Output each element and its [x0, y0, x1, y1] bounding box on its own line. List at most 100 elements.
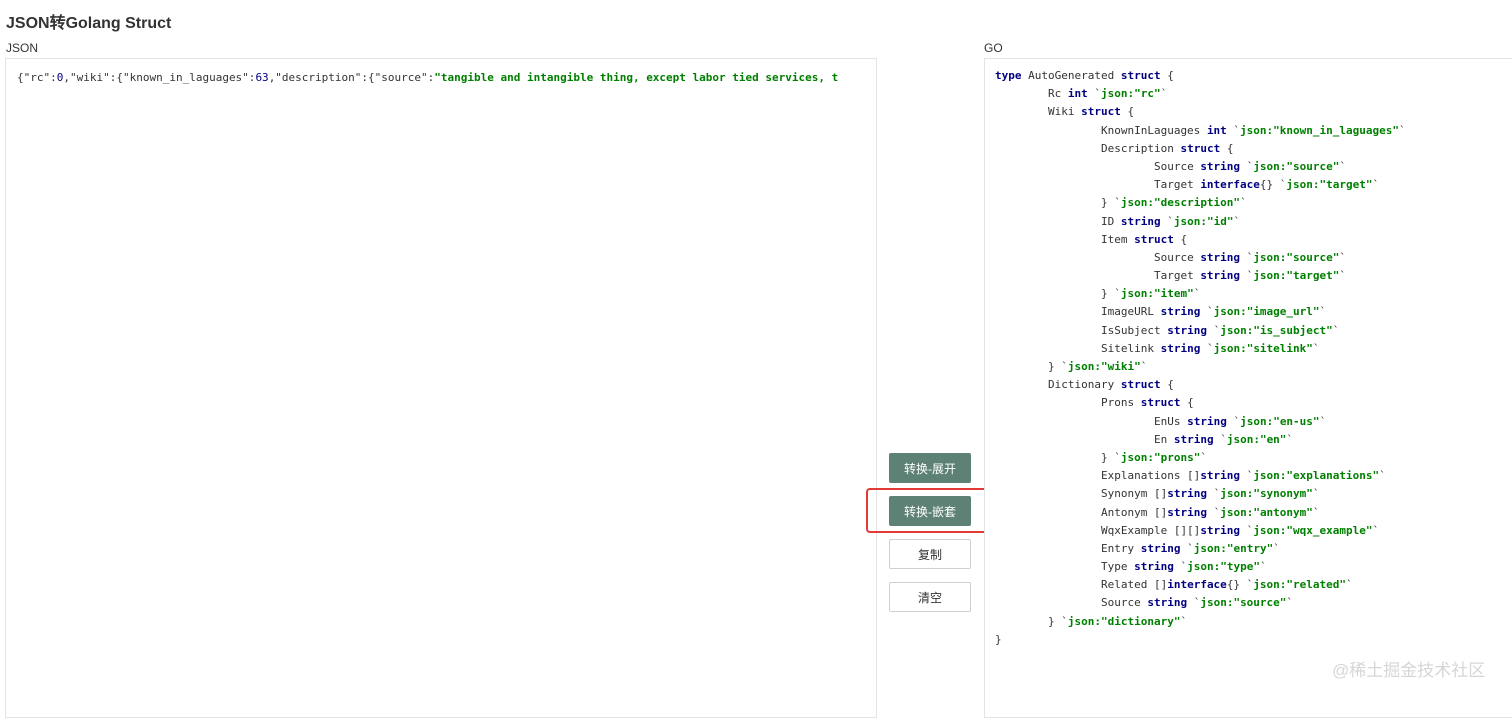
code-token: `: [1240, 523, 1254, 537]
code-token: `: [1200, 450, 1207, 464]
code-token: json:"source": [1253, 250, 1340, 264]
code-token: string: [1200, 269, 1241, 283]
code-token: `: [1173, 560, 1188, 574]
code-token: `: [1200, 341, 1214, 355]
code-token: `: [1206, 487, 1221, 501]
code-token: `: [1226, 123, 1241, 137]
code-token: string: [1167, 487, 1207, 501]
code-line: } `json:"wiki"`: [995, 358, 1406, 376]
json-token: "tangible and intangible thing, except l…: [434, 71, 839, 84]
code-token: Prons: [1100, 396, 1141, 410]
code-token: } `: [1100, 196, 1121, 210]
code-token: struct: [1134, 232, 1174, 246]
code-token: string: [1187, 414, 1227, 428]
code-line: EnUs string `json:"en-us"`: [995, 413, 1406, 431]
code-token: } `: [1047, 360, 1068, 373]
code-token: `: [1160, 87, 1168, 101]
code-token: `: [1346, 578, 1353, 592]
code-line: Target string `json:"target"`: [995, 267, 1406, 285]
code-line: KnownInLaguages int `json:"known_in_lagu…: [995, 122, 1406, 140]
code-token: Source: [1100, 596, 1148, 610]
code-token: json:"type": [1187, 560, 1260, 574]
code-line: Prons struct {: [995, 394, 1406, 412]
code-token: struct: [1120, 378, 1161, 392]
code-line: Dictionary struct {: [995, 376, 1406, 394]
code-token: string: [1120, 214, 1161, 228]
code-token: string: [1134, 560, 1174, 574]
code-token: `: [1372, 178, 1380, 192]
code-token: string: [1200, 523, 1241, 537]
code-token: } `: [1047, 614, 1068, 628]
code-token: string: [1160, 341, 1201, 355]
json-pane-label: JSON: [6, 41, 39, 55]
code-token: `: [1259, 560, 1267, 574]
code-token: `: [1286, 596, 1294, 610]
code-token: WqxExample [][]: [1100, 523, 1201, 537]
code-token: `: [1273, 541, 1280, 555]
code-token: `: [1226, 414, 1241, 428]
code-token: Target: [1153, 269, 1201, 283]
code-line: Wiki struct {: [995, 103, 1406, 121]
code-token: `: [1312, 341, 1320, 355]
code-token: json:"known_in_laguages": [1240, 123, 1400, 137]
code-line: Source string `json:"source"`: [995, 158, 1406, 176]
code-token: `: [1319, 305, 1327, 319]
code-token: IsSubject: [1100, 323, 1168, 337]
code-token: `: [1312, 487, 1320, 501]
clear-button[interactable]: 清空: [889, 582, 971, 612]
code-line: IsSubject string `json:"is_subject"`: [995, 322, 1406, 340]
code-token: json:"source": [1200, 596, 1287, 610]
code-token: Item: [1100, 232, 1135, 246]
code-token: json:"related": [1253, 578, 1347, 592]
code-token: {: [1160, 378, 1174, 392]
code-token: `: [1339, 269, 1347, 283]
code-token: int: [1206, 123, 1227, 137]
code-token: string: [1140, 541, 1181, 555]
code-token: string: [1200, 469, 1241, 483]
go-output-editor[interactable]: type AutoGenerated struct { Rc int `json…: [984, 58, 1512, 718]
code-token: `: [1200, 305, 1214, 319]
code-token: `: [1240, 469, 1254, 483]
code-line: ImageURL string `json:"image_url"`: [995, 303, 1406, 321]
code-token: `: [1213, 432, 1227, 446]
code-token: json:"wiki": [1067, 360, 1141, 373]
code-token: Source: [1153, 250, 1201, 264]
code-token: Dictionary: [1047, 378, 1121, 392]
convert-expand-button[interactable]: 转换-展开: [889, 453, 971, 483]
code-token: json:"is_subject": [1220, 323, 1333, 337]
code-token: int: [1067, 87, 1088, 101]
code-token: string: [1160, 305, 1201, 319]
code-token: type: [995, 69, 1022, 82]
json-input-content: {"rc":0,"wiki":{"known_in_laguages":63,"…: [17, 69, 838, 87]
code-line: Explanations []string `json:"explanation…: [995, 467, 1406, 485]
code-token: `: [1193, 287, 1201, 301]
code-token: Entry: [1100, 541, 1141, 555]
code-token: `: [1240, 250, 1254, 264]
code-line: Target interface{} `json:"target"`: [995, 176, 1406, 194]
code-token: `: [1339, 250, 1347, 264]
code-token: json:"rc": [1100, 87, 1161, 101]
copy-button[interactable]: 复制: [889, 539, 971, 569]
code-token: {: [1180, 396, 1194, 410]
code-token: json:"dictionary": [1067, 614, 1181, 628]
code-token: json:"id": [1173, 214, 1234, 228]
code-token: json:"en": [1226, 432, 1287, 446]
code-token: Source: [1153, 159, 1201, 173]
code-token: string: [1200, 250, 1241, 264]
code-token: `: [1339, 159, 1347, 173]
json-input-editor[interactable]: {"rc":0,"wiki":{"known_in_laguages":63,"…: [5, 58, 877, 718]
code-line: Rc int `json:"rc"`: [995, 85, 1406, 103]
code-token: `: [1312, 505, 1320, 519]
code-token: `: [1240, 269, 1254, 283]
code-token: Antonym []: [1100, 505, 1168, 519]
code-line: Source string `json:"source"`: [995, 249, 1406, 267]
json-token: ,"wiki":{"known_in_laguages":: [63, 71, 256, 84]
code-token: Related []: [1100, 578, 1168, 592]
watermark: @稀土掘金技术社区: [1332, 661, 1486, 680]
code-token: KnownInLaguages: [1100, 123, 1207, 137]
code-line: Sitelink string `json:"sitelink"`: [995, 340, 1406, 358]
code-token: json:"sitelink": [1213, 341, 1313, 355]
code-line: WqxExample [][]string `json:"wqx_example…: [995, 522, 1406, 540]
code-token: `: [1206, 323, 1221, 337]
code-token: interface: [1200, 178, 1260, 192]
